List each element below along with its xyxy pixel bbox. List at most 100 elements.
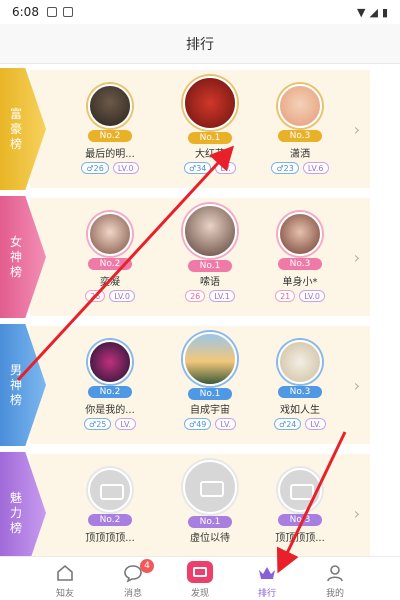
rank-badge: No.2: [88, 130, 132, 142]
user-name: 单身小*: [282, 277, 318, 288]
ranking-title: 女神榜: [9, 234, 22, 279]
level-chip: LV.0: [109, 290, 135, 302]
chevron-right-icon[interactable]: ›: [354, 120, 360, 139]
rank-badge: No.3: [278, 130, 322, 142]
tab-label: 发现: [190, 589, 209, 599]
crown-icon: [259, 567, 275, 579]
status-bar: 6:08 ▼ ◢ ▮: [0, 0, 400, 24]
rank-badge: No.2: [88, 258, 132, 270]
rank-user-3[interactable]: No.3 潇洒 ♂23 LV.6: [260, 70, 340, 188]
rank-user-2[interactable]: No.2 最后的明... ♂26 LV.0: [70, 70, 150, 188]
status-time: 6:08: [12, 5, 39, 19]
avatar: [183, 76, 237, 130]
signal-icon: ◢: [369, 5, 378, 19]
tab-discover[interactable]: 发现: [165, 557, 235, 600]
gender-age-chip: ♂34: [184, 162, 212, 174]
tab-label: 排行: [257, 589, 276, 599]
app-notification-icon: [62, 7, 73, 17]
level-chip: LV.: [305, 418, 326, 430]
level-chip: LV.: [215, 418, 236, 430]
gender-age-chip: 21: [275, 290, 296, 302]
rank-badge: No.1: [188, 132, 232, 144]
gender-age-chip: ♂23: [271, 162, 299, 174]
placeholder-avatar: [183, 460, 237, 514]
tab-label: 我的: [325, 589, 344, 599]
tab-label: 知友: [55, 589, 74, 599]
chevron-right-icon[interactable]: ›: [354, 248, 360, 267]
ranking-list: No.2 最后的明... ♂26 LV.0 No.1 大红花 ♂34 LV. No.…: [0, 64, 400, 556]
rank-user-2[interactable]: No.2 你是我的... ♂25 LV.: [70, 326, 150, 444]
home-icon: [57, 564, 73, 581]
person-icon: [327, 565, 343, 582]
gender-age-chip: ♂49: [184, 418, 212, 430]
live-broadcast-icon: [187, 561, 213, 583]
ranking-card-wealth[interactable]: No.2 最后的明... ♂26 LV.0 No.1 大红花 ♂34 LV. No.…: [30, 70, 370, 188]
user-name: 最后的明...: [85, 149, 135, 160]
user-name: 潇洒: [290, 149, 310, 160]
rank-user-2[interactable]: No.2 奕凝 26 LV.0: [70, 198, 150, 316]
tab-ranking[interactable]: 排行: [232, 557, 302, 600]
rank-badge: No.1: [188, 260, 232, 272]
rank-user-3[interactable]: No.3 顶顶顶顶...: [260, 454, 340, 556]
user-name: 自成宇宙: [190, 405, 230, 416]
rank-badge: No.3: [278, 386, 322, 398]
status-indicators: ▼ ◢ ▮: [357, 6, 388, 19]
avatar: [88, 340, 132, 384]
user-name: 奕凝: [100, 277, 120, 288]
tab-label: 消息: [123, 589, 142, 599]
user-name: 顶顶顶顶...: [275, 533, 325, 544]
rank-badge: No.1: [188, 516, 232, 528]
rank-badge: No.2: [88, 514, 132, 526]
rank-badge: No.3: [278, 258, 322, 270]
level-chip: LV.: [215, 162, 236, 174]
level-chip: LV.0: [299, 290, 325, 302]
rank-user-1[interactable]: No.1 大红花 ♂34 LV.: [170, 70, 250, 188]
gender-age-chip: ♂26: [81, 162, 109, 174]
avatar: [88, 84, 132, 128]
app-screen: 6:08 ▼ ◢ ▮ 排行 No.2 最后的明... ♂26 LV.0 No.1 …: [0, 0, 400, 600]
tab-messages[interactable]: 4 消息: [98, 557, 168, 600]
ranking-title: 魅力榜: [9, 490, 22, 535]
rank-user-3[interactable]: No.3 单身小* 21 LV.0: [260, 198, 340, 316]
level-chip: LV.0: [112, 162, 139, 174]
user-name: 大红花: [195, 149, 225, 160]
ranking-title: 男神榜: [9, 362, 22, 407]
ranking-card-charm[interactable]: No.2 顶顶顶顶... No.1 虚位以待 No.3 顶顶顶顶... ›: [30, 454, 370, 556]
ranking-title: 富豪榜: [9, 106, 22, 151]
tab-profile[interactable]: 我的: [300, 557, 370, 600]
rank-user-3[interactable]: No.3 戏如人生 ♂24 LV.: [260, 326, 340, 444]
ranking-card-god[interactable]: No.2 你是我的... ♂25 LV. No.1 自成宇宙 ♂49 LV. No.…: [30, 326, 370, 444]
rank-user-1[interactable]: No.1 嗦语 26 LV.1: [170, 198, 250, 316]
chevron-right-icon[interactable]: ›: [354, 376, 360, 395]
image-notification-icon: [46, 7, 57, 17]
placeholder-avatar: [88, 468, 132, 512]
wifi-icon: ▼: [357, 5, 366, 19]
level-chip: LV.1: [209, 290, 235, 302]
rank-badge: No.1: [188, 388, 232, 400]
avatar: [278, 212, 322, 256]
page-title: 排行: [186, 36, 214, 53]
rank-user-1[interactable]: No.1 自成宇宙 ♂49 LV.: [170, 326, 250, 444]
user-name: 你是我的...: [85, 405, 135, 416]
gender-age-chip: 26: [85, 290, 106, 302]
battery-icon: ▮: [381, 5, 388, 19]
ranking-card-goddess[interactable]: No.2 奕凝 26 LV.0 No.1 嗦语 26 LV.1 No.3 单身小* …: [30, 198, 370, 316]
bottom-tab-bar: 知友 4 消息 发现 排行 我的: [0, 556, 400, 600]
rank-user-2[interactable]: No.2 顶顶顶顶...: [70, 454, 150, 556]
chevron-right-icon[interactable]: ›: [354, 504, 360, 523]
gender-age-chip: ♂24: [274, 418, 302, 430]
user-name: 戏如人生: [280, 405, 320, 416]
rank-badge: No.2: [88, 386, 132, 398]
avatar: [278, 340, 322, 384]
unread-count-badge: 4: [140, 559, 154, 573]
gender-age-chip: 26: [185, 290, 206, 302]
avatar: [278, 84, 322, 128]
avatar: [183, 204, 237, 258]
page-header: 排行: [0, 24, 400, 64]
tab-friends[interactable]: 知友: [30, 557, 100, 600]
user-name: 虚位以待: [190, 533, 230, 544]
user-name: 顶顶顶顶...: [85, 533, 135, 544]
level-chip: LV.: [115, 418, 136, 430]
gender-age-chip: ♂25: [84, 418, 112, 430]
rank-user-1[interactable]: No.1 虚位以待: [170, 454, 250, 556]
